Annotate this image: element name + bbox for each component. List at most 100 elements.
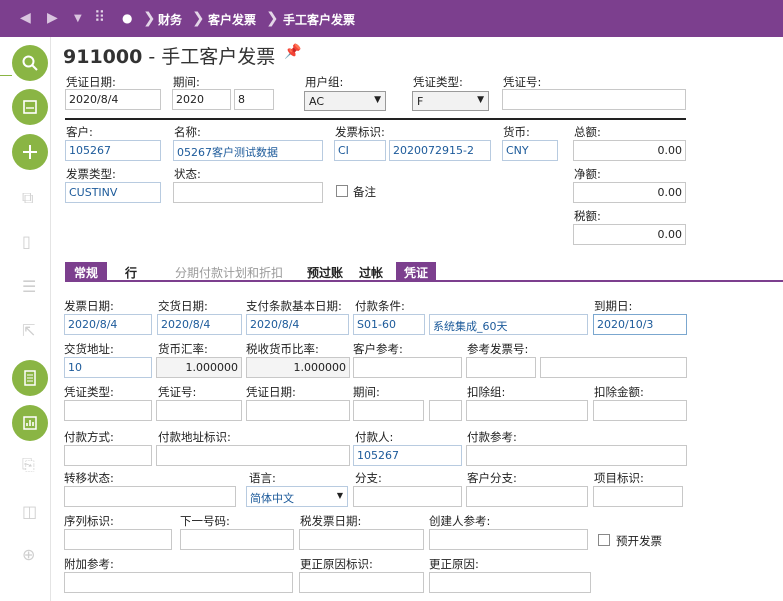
customer-input[interactable]: 105267 [65, 140, 161, 161]
payment-reference-input[interactable] [466, 445, 687, 466]
deduction-amount-label: 扣除金额: [594, 385, 644, 399]
customer-reference-label: 客户参考: [353, 342, 403, 356]
delete-icon[interactable]: ▯ [22, 232, 31, 251]
due-date-input[interactable]: 2020/10/3 [593, 314, 687, 335]
form-icon [23, 100, 37, 114]
breadcrumb-customer-invoice[interactable]: 客户发票 [208, 11, 256, 28]
grid-menu-icon[interactable]: ⠿ [94, 8, 105, 26]
additional-reference-label: 附加参考: [64, 557, 114, 571]
next-number-label: 下一号码: [180, 514, 230, 528]
invoice-type-input[interactable]: CUSTINV [65, 182, 161, 203]
period-number-input[interactable]: 8 [234, 89, 274, 110]
list-icon[interactable]: ☰ [22, 277, 36, 296]
gen-voucher-number-label: 凭证号: [158, 385, 197, 399]
correction-reason-id-input[interactable] [299, 572, 424, 593]
customer-branch-label: 客户分支: [467, 471, 517, 485]
note-icon[interactable]: ◫ [22, 502, 37, 521]
net-amount-field: 0.00 [573, 182, 686, 203]
reference-invoice-series-input[interactable] [466, 357, 536, 378]
voucher-number-input[interactable] [502, 89, 686, 110]
voucher-type-select[interactable]: F ▼ [412, 91, 489, 111]
tab-voucher[interactable]: 凭证 [396, 262, 436, 281]
delivery-address-label: 交货地址: [64, 342, 114, 356]
period-year-input[interactable]: 2020 [172, 89, 231, 110]
total-amount-field: 0.00 [573, 140, 686, 161]
tab-preposting[interactable]: 预过账 [304, 262, 346, 281]
back-arrow-icon[interactable]: ◀ [20, 10, 31, 26]
name-input[interactable]: 05267客户测试数据 [173, 140, 323, 161]
branch-input[interactable] [353, 486, 462, 507]
language-select[interactable]: 简体中文 ▼ [246, 486, 348, 507]
add-new-button[interactable] [12, 134, 48, 170]
currency-input[interactable]: CNY [502, 140, 558, 161]
user-group-value: AC [309, 95, 325, 108]
status-field [173, 182, 323, 203]
export-icon[interactable]: ⇱ [22, 321, 35, 340]
gen-period-number-input[interactable] [429, 400, 462, 421]
search-button[interactable] [12, 45, 48, 81]
note-checkbox[interactable] [336, 185, 348, 197]
add-attachment-icon[interactable]: ⊕ [22, 545, 35, 564]
gen-period-year-input[interactable] [353, 400, 424, 421]
copy-icon[interactable]: ⧉ [22, 188, 33, 208]
forward-arrow-icon[interactable]: ▶ [47, 10, 58, 26]
detail-list-button[interactable] [12, 360, 48, 396]
invoice-id-input[interactable]: 2020072915-2 [389, 140, 491, 161]
project-id-input[interactable] [593, 486, 683, 507]
currency-label: 货币: [503, 125, 530, 139]
currency-rate-label: 货币汇率: [158, 342, 208, 356]
tax-invoice-date-label: 税发票日期: [300, 514, 362, 528]
gen-voucher-number-input[interactable] [156, 400, 242, 421]
prepay-invoice-checkbox[interactable] [598, 534, 610, 546]
breadcrumb-finance[interactable]: 财务 [158, 11, 182, 28]
document-settings-icon[interactable]: ⎘ [22, 455, 35, 475]
invoice-date-label: 发票日期: [64, 299, 114, 313]
payment-method-input[interactable] [64, 445, 152, 466]
breadcrumb-manual-customer-invoice[interactable]: 手工客户发票 [283, 11, 355, 28]
tab-general[interactable]: 常规 [65, 262, 107, 281]
report-button[interactable] [12, 405, 48, 441]
delivery-address-input[interactable]: 10 [64, 357, 152, 378]
customer-branch-input[interactable] [466, 486, 588, 507]
dropdown-caret-icon[interactable]: ▼ [74, 13, 82, 24]
user-group-select[interactable]: AC ▼ [304, 91, 386, 111]
tax-invoice-date-input[interactable] [299, 529, 424, 550]
voucher-date-input[interactable]: 2020/8/4 [65, 89, 161, 110]
gen-voucher-type-input[interactable] [64, 400, 152, 421]
payment-terms-code-input[interactable]: S01-60 [353, 314, 425, 335]
reference-invoice-input[interactable] [540, 357, 687, 378]
serial-id-input[interactable] [64, 529, 172, 550]
deduction-group-input[interactable] [466, 400, 588, 421]
total-label: 总额: [574, 125, 601, 139]
status-label: 状态: [174, 167, 201, 181]
period-label: 期间: [173, 75, 200, 89]
voucher-type-label: 凭证类型: [413, 75, 463, 89]
invoice-date-input[interactable]: 2020/8/4 [64, 314, 152, 335]
tab-lines[interactable]: 行 [119, 262, 143, 281]
delivery-date-input[interactable]: 2020/8/4 [157, 314, 242, 335]
payer-input[interactable]: 105267 [353, 445, 462, 466]
title-dash: - [148, 46, 156, 68]
tab-posting[interactable]: 过帐 [356, 262, 386, 281]
pin-icon[interactable]: 📌 [284, 44, 301, 60]
payment-base-date-input[interactable]: 2020/8/4 [246, 314, 349, 335]
home-dot-icon[interactable]: ● [122, 11, 132, 25]
payment-address-input[interactable] [156, 445, 350, 466]
correction-reason-input[interactable] [429, 572, 591, 593]
net-label: 净额: [574, 167, 601, 181]
payment-address-label: 付款地址标识: [158, 430, 231, 444]
form-view-button[interactable] [12, 89, 48, 125]
user-group-label: 用户组: [305, 75, 344, 89]
branch-label: 分支: [355, 471, 382, 485]
gen-voucher-date-input[interactable] [246, 400, 350, 421]
payment-terms-description: 系统集成_60天 [429, 314, 588, 335]
language-value: 简体中文 [250, 492, 294, 505]
customer-reference-input[interactable] [353, 357, 462, 378]
additional-reference-input[interactable] [64, 572, 293, 593]
invoice-id-prefix-input[interactable]: CI [334, 140, 386, 161]
creator-reference-input[interactable] [429, 529, 588, 550]
voucher-date-label: 凭证日期: [66, 75, 116, 89]
next-number-input[interactable] [180, 529, 294, 550]
header-divider [65, 118, 686, 120]
deduction-amount-input[interactable] [593, 400, 687, 421]
